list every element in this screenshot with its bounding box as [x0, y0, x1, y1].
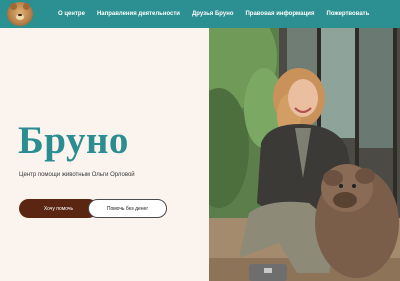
nav-link-legal[interactable]: Правовая информация — [245, 11, 314, 17]
help-without-money-button[interactable]: Помочь без денег — [88, 199, 167, 218]
nav-link-friends[interactable]: Друзья Бруно — [192, 11, 233, 17]
top-navigation-bar: О центре Направления деятельности Друзья… — [0, 0, 400, 28]
hero-title: Бруно — [18, 119, 129, 162]
want-to-help-button[interactable]: Хочу помочь — [19, 199, 98, 218]
nav-link-about[interactable]: О центре — [58, 11, 85, 17]
bear-face-logo-icon[interactable] — [7, 2, 33, 26]
woman-with-dog-photo — [209, 28, 400, 281]
photo-illustration — [209, 28, 400, 281]
hero-subtitle: Центр помощи животным Ольги Орловой — [19, 172, 135, 178]
nav-link-donate[interactable]: Пожертвовать — [327, 11, 370, 17]
nav-link-activities[interactable]: Направления деятельности — [97, 11, 180, 17]
main-nav: О центре Направления деятельности Друзья… — [58, 0, 381, 28]
